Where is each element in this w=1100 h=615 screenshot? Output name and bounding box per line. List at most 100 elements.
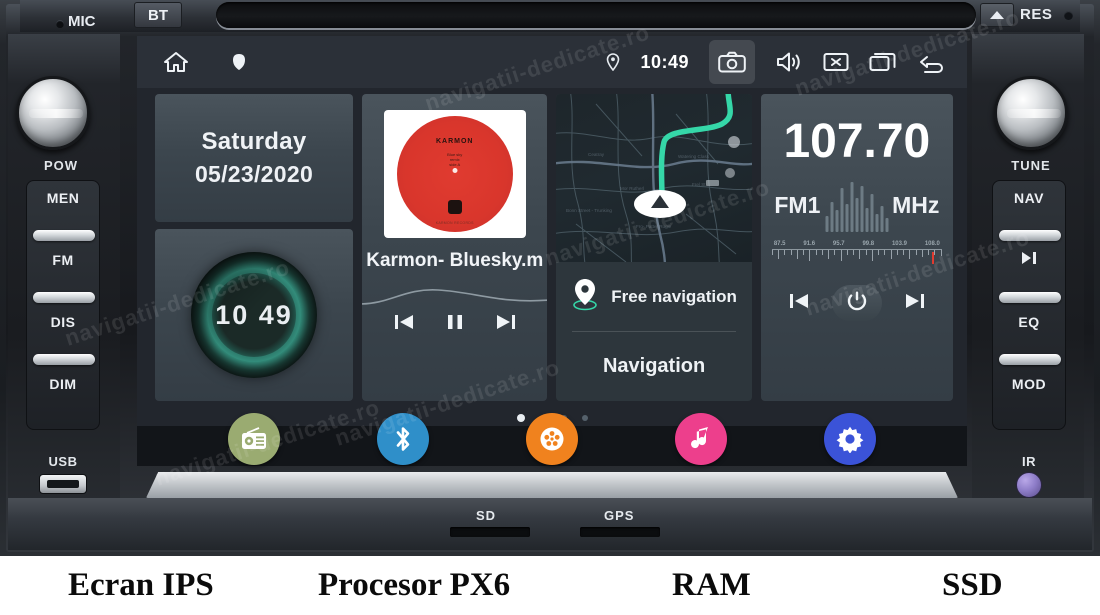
eq-button[interactable]: EQ: [993, 305, 1065, 367]
nav-button[interactable]: NAV: [993, 181, 1065, 243]
radio-icon: [241, 427, 266, 449]
button-bar: [999, 230, 1061, 241]
button-bar: [999, 354, 1061, 365]
map-thumbnail[interactable]: Ceatray Watering Class Mor Rutherl Bonn …: [556, 94, 752, 262]
date-value: 05/23/2020: [194, 161, 314, 187]
head-unit-chassis: RES MIC BT POW MEN FM DIS DIM USB TUNE N…: [0, 0, 1100, 556]
film-reel-icon: [540, 427, 564, 451]
mode-button-label: MOD: [1011, 376, 1047, 392]
android-status-bar: 10:49: [137, 36, 967, 88]
app-dock: [137, 408, 967, 470]
reset-pinhole[interactable]: [1064, 11, 1073, 20]
date-tile[interactable]: Saturday 05/23/2020: [155, 94, 353, 222]
screenshot-button[interactable]: [709, 40, 755, 84]
menu-button[interactable]: MEN: [27, 181, 99, 243]
left-bezel-panel: POW MEN FM DIS DIM USB: [8, 34, 120, 534]
menu-button-label: MEN: [46, 190, 80, 206]
gps-antenna-port[interactable]: [580, 527, 660, 537]
tuning-scale[interactable]: 87.5 91.6 95.7 99.8 103.9 108.0: [771, 241, 942, 265]
camera-icon: [718, 51, 746, 73]
radio-band-row: FM1 MHz: [761, 181, 953, 232]
ir-receiver: [1016, 472, 1042, 498]
button-bar: [33, 354, 95, 365]
tick-label: 95.7: [832, 241, 845, 247]
location-pin-icon: [571, 277, 599, 316]
tune-knob[interactable]: [994, 76, 1068, 150]
vinyl-hole: [452, 168, 458, 173]
tuning-needle: [931, 252, 934, 264]
eject-button[interactable]: [980, 3, 1014, 27]
free-navigation-label: Free navigation: [611, 286, 737, 306]
home-tiles: Saturday 05/23/2020 10 49 KARMON Blue sk…: [137, 88, 967, 408]
music-app[interactable]: [675, 413, 728, 465]
dot-icon[interactable]: [231, 53, 247, 71]
navigation-tile[interactable]: Ceatray Watering Class Mor Rutherl Bonn …: [556, 94, 752, 401]
radio-tile[interactable]: 107.70 FM1 MHz 87.5 91.6 95.7 99.8 103.9…: [760, 94, 953, 401]
speaker-icon[interactable]: [775, 50, 803, 74]
radio-app[interactable]: [227, 413, 280, 465]
button-bar: [999, 292, 1061, 303]
video-app[interactable]: [525, 413, 578, 465]
usb-port[interactable]: [39, 474, 87, 494]
radio-power-button[interactable]: [831, 285, 882, 321]
button-bar: [33, 292, 95, 303]
front-chrome-bar: [146, 472, 958, 498]
album-lines: Blue sky remix side A: [447, 152, 463, 167]
bottom-bezel-strip: SD GPS: [8, 498, 1092, 550]
svg-text:Mor Rutherl: Mor Rutherl: [620, 186, 644, 191]
eq-button-label: EQ: [1018, 314, 1040, 330]
clock-tile[interactable]: 10 49: [155, 229, 353, 401]
svg-text:Ceatray: Ceatray: [588, 152, 605, 157]
display-button[interactable]: DIS: [27, 305, 99, 367]
mode-button[interactable]: MOD: [993, 367, 1065, 429]
dimmer-button[interactable]: DIM: [27, 367, 99, 429]
gear-icon: [836, 426, 864, 453]
cd-disc-slot[interactable]: [216, 2, 976, 28]
vinyl-badge: [447, 200, 462, 214]
radio-band: FM1: [774, 192, 821, 218]
sd-card-slot[interactable]: [450, 527, 530, 537]
music-tile[interactable]: KARMON Blue sky remix side A KARMON RECORD…: [362, 94, 548, 401]
settings-app[interactable]: [824, 413, 877, 465]
back-arrow-icon[interactable]: [917, 50, 949, 74]
free-navigation-row[interactable]: Free navigation: [556, 262, 751, 331]
bluetooth-bezel-button[interactable]: BT: [134, 2, 182, 28]
pause-icon[interactable]: [444, 311, 466, 338]
power-icon: [846, 290, 868, 317]
power-volume-knob[interactable]: [16, 76, 90, 150]
usb-label: USB: [48, 454, 78, 469]
fm-button-label: FM: [52, 252, 74, 268]
datetime-column: Saturday 05/23/2020 10 49: [155, 94, 353, 408]
radio-unit: MHz: [892, 192, 940, 218]
multiwindow-icon[interactable]: [869, 51, 897, 73]
sd-slot-label: SD: [476, 508, 497, 523]
seek-down-icon[interactable]: [787, 290, 811, 317]
album-art: KARMON Blue sky remix side A KARMON RECORD…: [383, 110, 526, 238]
screen-off-icon[interactable]: [823, 51, 849, 73]
right-button-stack: NAV EQ MOD: [992, 180, 1066, 430]
tuning-ruler: [771, 249, 942, 265]
bluetooth-app[interactable]: [376, 413, 429, 465]
svg-text:Frel St: Frel St: [692, 182, 706, 187]
right-bezel-panel: TUNE NAV EQ MOD IR: [972, 34, 1084, 534]
seek-up-icon[interactable]: [903, 290, 927, 317]
svg-text:Bonn Street - Trunking: Bonn Street - Trunking: [566, 208, 612, 213]
tick-label: 91.6: [803, 241, 816, 247]
previous-track-icon[interactable]: [392, 311, 416, 338]
fm-button[interactable]: FM: [27, 243, 99, 305]
tick-label: 108.0: [924, 241, 940, 247]
touchscreen-display[interactable]: 10:49 Saturday 05/23/2020 10 49 KARMON B…: [137, 36, 967, 466]
button-bar: [33, 230, 95, 241]
track-title: Karmon- Bluesky.m: [366, 250, 544, 271]
navigation-label[interactable]: Navigation: [556, 332, 751, 400]
play-pause-button[interactable]: [993, 243, 1065, 305]
album-footer: KARMON RECORDS: [435, 221, 474, 225]
bluetooth-icon: [396, 427, 410, 451]
radio-controls: [761, 285, 953, 321]
vinyl-record-art: KARMON Blue sky remix side A KARMON RECORD…: [396, 116, 513, 232]
waveform-area: [362, 282, 548, 344]
nav-button-label: NAV: [1013, 190, 1045, 206]
home-icon[interactable]: [163, 50, 189, 74]
next-track-icon[interactable]: [494, 311, 518, 338]
dimmer-button-label: DIM: [49, 376, 77, 392]
